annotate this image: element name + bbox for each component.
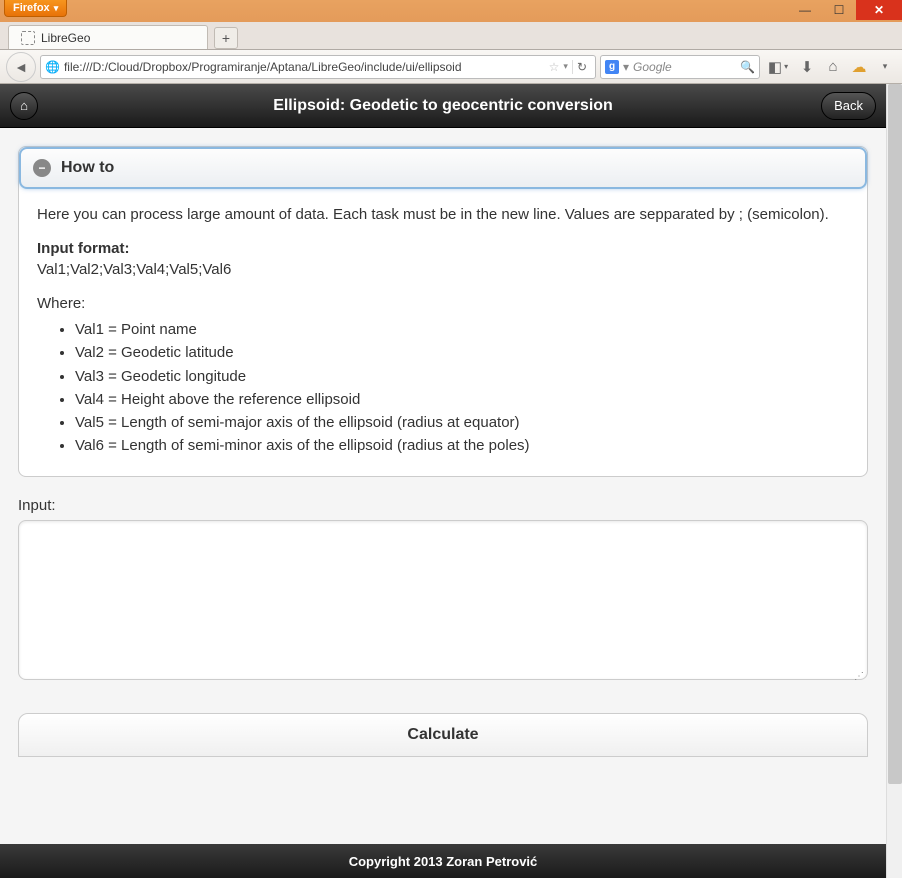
howto-title: How to	[61, 159, 114, 177]
browser-tab[interactable]: LibreGeo	[8, 25, 208, 49]
resize-grip-icon[interactable]: ⋰	[854, 671, 866, 683]
page-title: Ellipsoid: Geodetic to geocentric conver…	[273, 97, 613, 115]
search-engine-dropdown-icon[interactable]: ▾	[623, 60, 629, 74]
app-back-button[interactable]: Back	[821, 92, 876, 120]
howto-panel-header[interactable]: − How to	[19, 147, 867, 189]
input-textarea-wrap: ⋰	[18, 520, 868, 685]
list-item: Val2 = Geodetic latitude	[75, 343, 849, 363]
collapse-icon: −	[33, 159, 51, 177]
input-format-value: Val1;Val2;Val3;Val4;Val5;Val6	[37, 261, 231, 278]
url-dropdown-icon[interactable]: ▾	[563, 61, 568, 72]
home-icon: ⌂	[20, 98, 28, 113]
tab-title: LibreGeo	[41, 31, 90, 45]
input-format-block: Input format: Val1;Val2;Val3;Val4;Val5;V…	[37, 239, 849, 280]
scrollbar-thumb[interactable]	[888, 84, 902, 784]
app-root: ⌂ Ellipsoid: Geodetic to geocentric conv…	[0, 84, 886, 878]
tab-favicon	[21, 31, 35, 45]
window-controls: — ☐ ✕	[788, 0, 902, 20]
downloads-button[interactable]: ⬇	[796, 56, 818, 78]
content-area: ⌂ Ellipsoid: Geodetic to geocentric conv…	[0, 84, 902, 878]
new-tab-button[interactable]: +	[214, 27, 238, 49]
url-bar[interactable]: 🌐 file:///D:/Cloud/Dropbox/Programiranje…	[40, 55, 596, 79]
close-button[interactable]: ✕	[856, 0, 902, 20]
window-titlebar: Firefox — ☐ ✕	[0, 0, 902, 22]
vertical-scrollbar[interactable]	[886, 84, 902, 878]
input-label: Input:	[18, 497, 868, 514]
firefox-menu-button[interactable]: Firefox	[4, 0, 67, 17]
url-text: file:///D:/Cloud/Dropbox/Programiranje/A…	[64, 60, 545, 74]
input-textarea[interactable]	[18, 520, 868, 680]
list-item: Val4 = Height above the reference ellips…	[75, 390, 849, 410]
bookmarks-menu-button[interactable]: ◧▾	[764, 56, 792, 78]
search-engine-icon[interactable]: g	[605, 60, 619, 74]
home-button[interactable]: ⌂	[822, 56, 844, 78]
howto-intro: Here you can process large amount of dat…	[37, 205, 849, 225]
addon-icon[interactable]: ☁	[848, 56, 870, 78]
app-footer: Copyright 2013 Zoran Petrović	[0, 844, 886, 878]
list-item: Val5 = Length of semi-major axis of the …	[75, 413, 849, 433]
search-bar[interactable]: g ▾ Google 🔍	[600, 55, 760, 79]
navigation-bar: ◄ 🌐 file:///D:/Cloud/Dropbox/Programiran…	[0, 50, 902, 84]
tab-strip: LibreGeo +	[0, 22, 902, 50]
list-item: Val1 = Point name	[75, 320, 849, 340]
app-header: ⌂ Ellipsoid: Geodetic to geocentric conv…	[0, 84, 886, 128]
list-item: Val3 = Geodetic longitude	[75, 367, 849, 387]
value-definitions-list: Val1 = Point name Val2 = Geodetic latitu…	[75, 320, 849, 457]
where-label: Where:	[37, 294, 849, 314]
nav-back-button[interactable]: ◄	[6, 52, 36, 82]
app-home-button[interactable]: ⌂	[10, 92, 38, 120]
calculate-button[interactable]: Calculate	[18, 713, 868, 757]
site-identity-icon: 🌐	[45, 60, 60, 74]
howto-panel-body: Here you can process large amount of dat…	[19, 189, 867, 476]
app-body: − How to Here you can process large amou…	[0, 128, 886, 844]
search-go-icon[interactable]: 🔍	[740, 60, 755, 74]
search-placeholder: Google	[633, 60, 736, 74]
reload-button[interactable]: ↻	[572, 60, 591, 74]
maximize-button[interactable]: ☐	[822, 0, 856, 20]
howto-panel: − How to Here you can process large amou…	[18, 146, 868, 477]
minimize-button[interactable]: —	[788, 0, 822, 20]
input-format-label: Input format:	[37, 240, 129, 257]
toolbar-dropdown-icon[interactable]: ▾	[874, 56, 896, 78]
bookmark-star-icon[interactable]: ☆	[549, 60, 560, 74]
list-item: Val6 = Length of semi-minor axis of the …	[75, 436, 849, 456]
